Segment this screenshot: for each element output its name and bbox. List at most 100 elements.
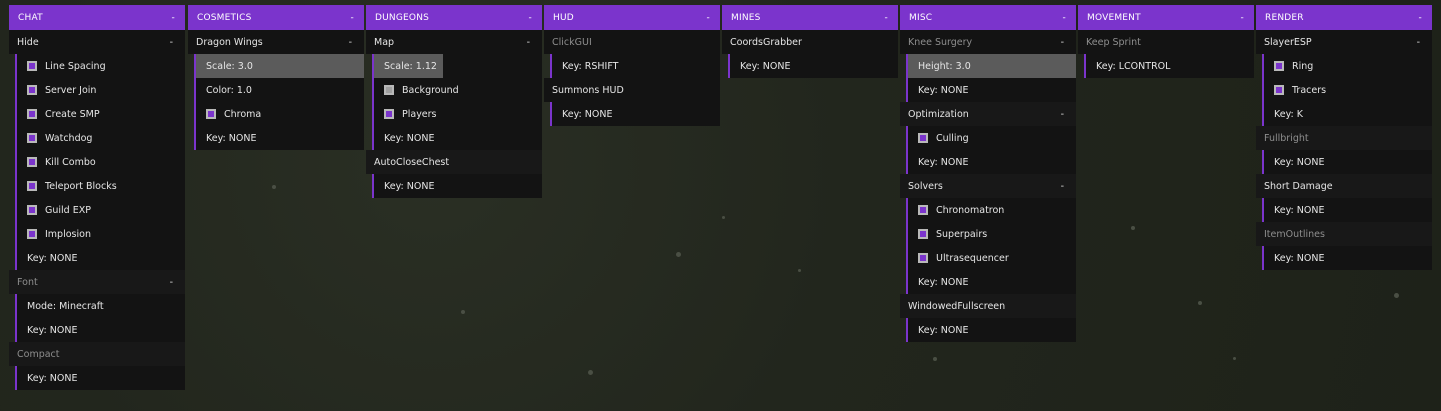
checkbox-icon[interactable] — [918, 253, 928, 263]
collapse-icon[interactable]: - — [1241, 13, 1244, 23]
collapse-icon[interactable]: - — [529, 13, 532, 23]
slider-scale[interactable]: Scale: 3.0 — [194, 54, 364, 78]
checkbox-icon[interactable] — [918, 133, 928, 143]
module-fullbright[interactable]: Fullbright — [1256, 126, 1432, 150]
module-font[interactable]: Font - — [9, 270, 185, 294]
panel-header-hud[interactable]: HUD - — [544, 5, 720, 30]
keybind-knee-surgery[interactable]: Key: NONE — [906, 78, 1076, 102]
keybind-short-damage[interactable]: Key: NONE — [1262, 198, 1432, 222]
module-map[interactable]: Map - — [366, 30, 542, 54]
option-server-join[interactable]: Server Join — [15, 78, 185, 102]
keybind-keep-sprint[interactable]: Key: LCONTROL — [1084, 54, 1254, 78]
expand-toggle-icon[interactable]: - — [527, 37, 530, 48]
slider-map-scale[interactable]: Scale: 1.12 — [372, 54, 542, 78]
option-teleport-blocks[interactable]: Teleport Blocks — [15, 174, 185, 198]
module-knee-surgery[interactable]: Knee Surgery - — [900, 30, 1076, 54]
collapse-icon[interactable]: - — [1419, 13, 1422, 23]
keybind-map[interactable]: Key: NONE — [372, 126, 542, 150]
option-guild-exp[interactable]: Guild EXP — [15, 198, 185, 222]
module-clickgui[interactable]: ClickGUI — [544, 30, 720, 54]
checkbox-icon[interactable] — [1274, 61, 1284, 71]
panel-header-dungeons[interactable]: DUNGEONS - — [366, 5, 542, 30]
keybind-slayeresp[interactable]: Key: K — [1262, 102, 1432, 126]
panel-header-chat[interactable]: CHAT - — [9, 5, 185, 30]
module-dragon-wings[interactable]: Dragon Wings - — [188, 30, 364, 54]
checkbox-icon[interactable] — [918, 205, 928, 215]
checkbox-icon[interactable] — [27, 85, 37, 95]
checkbox-icon[interactable] — [384, 109, 394, 119]
expand-toggle-icon[interactable]: - — [1061, 181, 1064, 192]
checkbox-icon[interactable] — [206, 109, 216, 119]
collapse-icon[interactable]: - — [707, 13, 710, 23]
checkbox-icon[interactable] — [27, 109, 37, 119]
keybind-itemoutlines[interactable]: Key: NONE — [1262, 246, 1432, 270]
expand-toggle-icon[interactable]: - — [1061, 109, 1064, 120]
collapse-icon[interactable]: - — [885, 13, 888, 23]
module-optimization[interactable]: Optimization - — [900, 102, 1076, 126]
expand-toggle-icon[interactable]: - — [170, 37, 173, 48]
panel-header-render[interactable]: RENDER - — [1256, 5, 1432, 30]
slider-color[interactable]: Color: 1.0 — [194, 78, 364, 102]
panel-header-movement[interactable]: MOVEMENT - — [1078, 5, 1254, 30]
keybind-compact[interactable]: Key: NONE — [15, 366, 185, 390]
checkbox-icon[interactable] — [27, 229, 37, 239]
expand-toggle-icon[interactable]: - — [1417, 37, 1420, 48]
collapse-icon[interactable]: - — [172, 13, 175, 23]
module-windowedfullscreen[interactable]: WindowedFullscreen — [900, 294, 1076, 318]
keybind-windowedfullscreen[interactable]: Key: NONE — [906, 318, 1076, 342]
keybind-summons-hud[interactable]: Key: NONE — [550, 102, 720, 126]
option-create-smp[interactable]: Create SMP — [15, 102, 185, 126]
collapse-icon[interactable]: - — [351, 13, 354, 23]
option-kill-combo[interactable]: Kill Combo — [15, 150, 185, 174]
module-solvers[interactable]: Solvers - — [900, 174, 1076, 198]
checkbox-icon[interactable] — [27, 205, 37, 215]
option-font-mode[interactable]: Mode: Minecraft — [15, 294, 185, 318]
option-culling[interactable]: Culling — [906, 126, 1076, 150]
keybind-optimization[interactable]: Key: NONE — [906, 150, 1076, 174]
expand-toggle-icon[interactable]: - — [170, 277, 173, 288]
module-compact[interactable]: Compact — [9, 342, 185, 366]
option-watchdog[interactable]: Watchdog — [15, 126, 185, 150]
checkbox-icon[interactable] — [27, 157, 37, 167]
slider-height[interactable]: Height: 3.0 — [906, 54, 1076, 78]
keybind-coordsgrabber[interactable]: Key: NONE — [728, 54, 898, 78]
option-ultrasequencer[interactable]: Ultrasequencer — [906, 246, 1076, 270]
checkbox-icon[interactable] — [1274, 85, 1284, 95]
checkbox-icon[interactable] — [27, 133, 37, 143]
option-players[interactable]: Players — [372, 102, 542, 126]
option-ring[interactable]: Ring — [1262, 54, 1432, 78]
expand-toggle-icon[interactable]: - — [1061, 37, 1064, 48]
module-hide[interactable]: Hide - — [9, 30, 185, 54]
module-keep-sprint[interactable]: Keep Sprint — [1078, 30, 1254, 54]
panel-header-misc[interactable]: MISC - — [900, 5, 1076, 30]
checkbox-icon[interactable] — [384, 85, 394, 95]
expand-toggle-icon[interactable]: - — [349, 37, 352, 48]
module-summons-hud[interactable]: Summons HUD — [544, 78, 720, 102]
keybind-hide[interactable]: Key: NONE — [15, 246, 185, 270]
panel-header-mines[interactable]: MINES - — [722, 5, 898, 30]
checkbox-icon[interactable] — [27, 61, 37, 71]
keybind-clickgui[interactable]: Key: RSHIFT — [550, 54, 720, 78]
panel-header-cosmetics[interactable]: COSMETICS - — [188, 5, 364, 30]
keybind-autoclosechest[interactable]: Key: NONE — [372, 174, 542, 198]
checkbox-icon[interactable] — [918, 229, 928, 239]
module-short-damage[interactable]: Short Damage — [1256, 174, 1432, 198]
keybind-font[interactable]: Key: NONE — [15, 318, 185, 342]
option-background[interactable]: Background — [372, 78, 542, 102]
checkbox-icon[interactable] — [27, 181, 37, 191]
option-chroma[interactable]: Chroma — [194, 102, 364, 126]
option-line-spacing[interactable]: Line Spacing — [15, 54, 185, 78]
module-autoclosechest[interactable]: AutoCloseChest — [366, 150, 542, 174]
module-coordsgrabber[interactable]: CoordsGrabber — [722, 30, 898, 54]
option-tracers[interactable]: Tracers — [1262, 78, 1432, 102]
module-itemoutlines[interactable]: ItemOutlines — [1256, 222, 1432, 246]
keybind-dragon-wings[interactable]: Key: NONE — [194, 126, 364, 150]
option-implosion[interactable]: Implosion — [15, 222, 185, 246]
module-label: Keep Sprint — [1086, 36, 1141, 48]
keybind-fullbright[interactable]: Key: NONE — [1262, 150, 1432, 174]
option-chronomatron[interactable]: Chronomatron — [906, 198, 1076, 222]
module-slayeresp[interactable]: SlayerESP - — [1256, 30, 1432, 54]
keybind-solvers[interactable]: Key: NONE — [906, 270, 1076, 294]
collapse-icon[interactable]: - — [1063, 13, 1066, 23]
option-superpairs[interactable]: Superpairs — [906, 222, 1076, 246]
